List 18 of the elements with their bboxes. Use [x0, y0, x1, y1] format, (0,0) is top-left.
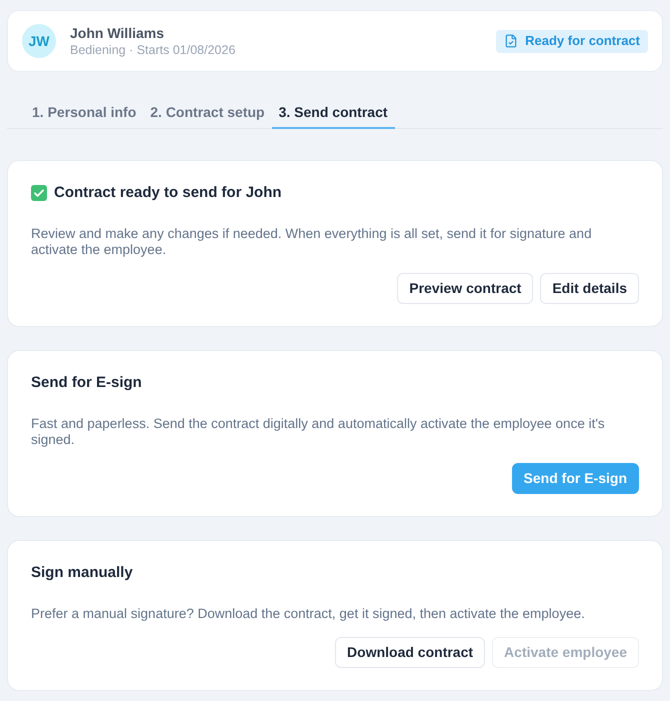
card-title: Send for E-sign — [31, 372, 142, 393]
outline-button[interactable]: Preview contract — [397, 273, 534, 304]
employee-name: John Williams — [70, 24, 166, 42]
step-tab[interactable]: 2. Contract setup — [143, 97, 272, 129]
avatar: JW — [22, 24, 56, 58]
check-square-icon — [31, 185, 47, 201]
outline-button[interactable]: Edit details — [540, 273, 639, 304]
outline-button[interactable]: Download contract — [335, 637, 486, 668]
card-description: Prefer a manual signature? Download the contract, get it signed, then activate the employee. — [31, 606, 586, 622]
card-title: Contract ready to send for John — [54, 182, 282, 203]
employee-subtitle: Bediening · Starts 01/08/2026 — [70, 42, 236, 58]
step-tab[interactable]: 1. Personal info — [25, 97, 144, 129]
card-description: Fast and paperless. Send the contract digitally and automatically activate the employee once it's signed. — [31, 416, 606, 448]
card-description: Review and make any changes if needed. When everything is all set, send it for signature and activate the employee. — [31, 226, 593, 258]
file-check-icon — [504, 34, 518, 48]
card-title: Sign manually — [31, 562, 133, 583]
badge-label: Ready for contract — [525, 32, 640, 50]
step-tab[interactable]: 3. Send contract — [272, 97, 395, 129]
